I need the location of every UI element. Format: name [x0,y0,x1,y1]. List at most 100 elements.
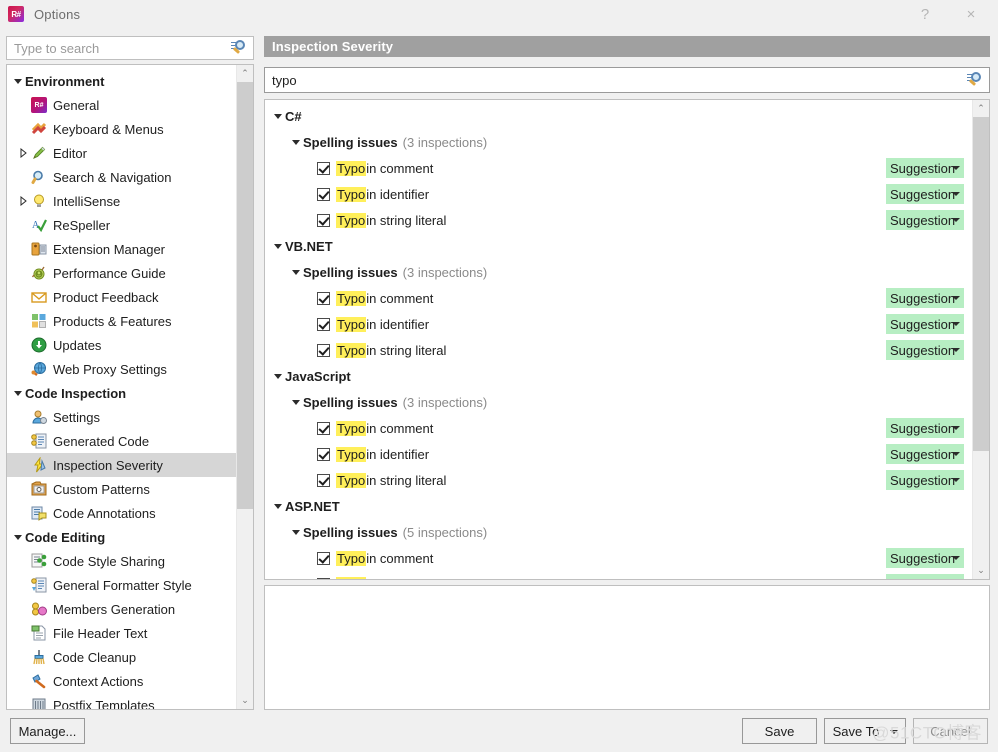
manage-button[interactable]: Manage... [10,718,85,744]
sidebar-item-code-cleanup[interactable]: Code Cleanup [7,645,236,669]
save-to-button[interactable]: Save To [824,718,906,744]
inspection-row[interactable]: Typo in identifier Suggestion [265,571,972,579]
expand-arrow-icon[interactable] [11,525,25,549]
expand-arrow-icon[interactable] [11,381,25,405]
expand-arrow-slot[interactable] [15,141,31,165]
inspection-checkbox[interactable] [317,161,330,175]
inspection-language-row[interactable]: JavaScript [265,363,972,389]
expand-arrow-slot[interactable] [15,189,31,213]
inspection-checkbox[interactable] [317,551,330,565]
cancel-button[interactable]: Cancel [913,718,988,744]
inspection-category-row[interactable]: Spelling issues (3 inspections) [265,259,972,285]
inspection-row[interactable]: Typo in identifier Suggestion [265,311,972,337]
sidebar-item-editor[interactable]: Editor [7,141,236,165]
inspection-language-row[interactable]: C# [265,103,972,129]
sidebar-scroll-track[interactable] [237,82,253,692]
inspection-scroll-up-button[interactable]: ⌃ [973,100,989,117]
sidebar-item-extension-manager[interactable]: Extension Manager [7,237,236,261]
severity-dropdown[interactable]: Suggestion [886,158,964,178]
sidebar-item-search-navigation[interactable]: Search & Navigation [7,165,236,189]
severity-dropdown[interactable]: Suggestion [886,288,964,308]
expand-arrow-icon[interactable] [271,234,285,258]
sidebar-item-keyboard-menus[interactable]: Keyboard & Menus [7,117,236,141]
expand-arrow-icon[interactable] [271,104,285,128]
severity-dropdown[interactable]: Suggestion [886,444,964,464]
sidebar-scroll-thumb[interactable] [237,82,253,509]
severity-dropdown[interactable]: Suggestion [886,470,964,490]
inspection-row[interactable]: Typo in string literal Suggestion [265,337,972,363]
expand-arrow-icon[interactable] [271,364,285,388]
sidebar-item-code-annotations[interactable]: Code Annotations [7,501,236,525]
inspection-checkbox[interactable] [317,447,330,461]
inspection-checkbox[interactable] [317,317,330,331]
inspection-category-row[interactable]: Spelling issues (3 inspections) [265,389,972,415]
inspection-language-row[interactable]: VB.NET [265,233,972,259]
inspection-row[interactable]: Typo in string literal Suggestion [265,207,972,233]
severity-dropdown[interactable]: Suggestion [886,340,964,360]
sidebar-item-general-formatter-style[interactable]: General Formatter Style [7,573,236,597]
inspection-checkbox[interactable] [317,213,330,227]
inspection-filter-input[interactable] [265,68,967,92]
expand-arrow-icon[interactable] [289,520,303,544]
inspection-checkbox[interactable] [317,187,330,201]
sidebar-item-context-actions[interactable]: Context Actions [7,669,236,693]
inspection-language-row[interactable]: ASP.NET [265,493,972,519]
inspection-row[interactable]: Typo in identifier Suggestion [265,441,972,467]
expand-arrow-icon[interactable] [11,69,25,93]
close-button[interactable]: × [948,0,994,28]
inspection-checkbox[interactable] [317,291,330,305]
sidebar-item-file-header-text[interactable]: File Header Text [7,621,236,645]
sidebar-group-code-editing[interactable]: Code Editing [7,525,236,549]
sidebar-item-intellisense[interactable]: IntelliSense [7,189,236,213]
inspection-row[interactable]: Typo in string literal Suggestion [265,467,972,493]
inspection-checkbox[interactable] [317,421,330,435]
sidebar-item-code-style-sharing[interactable]: Code Style Sharing [7,549,236,573]
severity-dropdown[interactable]: Suggestion [886,574,964,579]
inspection-row[interactable]: Typo in comment Suggestion [265,155,972,181]
sidebar-item-product-feedback[interactable]: Product Feedback [7,285,236,309]
inspection-category-row[interactable]: Spelling issues (3 inspections) [265,129,972,155]
save-button[interactable]: Save [742,718,817,744]
inspection-category-row[interactable]: Spelling issues (5 inspections) [265,519,972,545]
sidebar-item-general[interactable]: R# General [7,93,236,117]
sidebar-item-members-generation[interactable]: Members Generation [7,597,236,621]
sidebar-item-products-features[interactable]: Products & Features [7,309,236,333]
inspection-row[interactable]: Typo in identifier Suggestion [265,181,972,207]
sidebar-item-updates[interactable]: Updates [7,333,236,357]
expand-arrow-icon[interactable] [271,494,285,518]
sidebar-item-custom-patterns[interactable]: Custom Patterns [7,477,236,501]
help-button[interactable]: ? [902,0,948,28]
severity-dropdown[interactable]: Suggestion [886,314,964,334]
sidebar-item-performance-guide[interactable]: Performance Guide [7,261,236,285]
search-input[interactable] [7,37,231,59]
inspection-scroll-down-button[interactable]: ⌄ [973,562,989,579]
sidebar-search-box[interactable] [6,36,254,60]
severity-dropdown[interactable]: Suggestion [886,548,964,568]
sidebar-item-settings[interactable]: Settings [7,405,236,429]
sidebar-item-generated-code[interactable]: Generated Code [7,429,236,453]
severity-dropdown[interactable]: Suggestion [886,184,964,204]
expand-arrow-icon[interactable] [289,390,303,414]
severity-dropdown[interactable]: Suggestion [886,418,964,438]
severity-dropdown[interactable]: Suggestion [886,210,964,230]
inspection-checkbox[interactable] [317,343,330,357]
collapse-arrow-icon[interactable] [16,141,30,165]
sidebar-group-code-inspection[interactable]: Code Inspection [7,381,236,405]
inspection-scroll-thumb[interactable] [973,117,989,451]
inspection-row[interactable]: Typo in comment Suggestion [265,285,972,311]
collapse-arrow-icon[interactable] [16,189,30,213]
sidebar-scrollbar[interactable]: ⌃ ⌄ [236,65,253,709]
inspection-scrollbar[interactable]: ⌃ ⌄ [972,100,989,579]
sidebar-item-web-proxy-settings[interactable]: Web Proxy Settings [7,357,236,381]
inspection-checkbox[interactable] [317,577,330,579]
sidebar-scroll-up-button[interactable]: ⌃ [237,65,253,82]
expand-arrow-icon[interactable] [289,260,303,284]
sidebar-item-postfix-templates[interactable]: Postfix Templates [7,693,236,709]
inspection-scroll-track[interactable] [973,117,989,562]
inspection-checkbox[interactable] [317,473,330,487]
sidebar-group-environment[interactable]: Environment [7,69,236,93]
inspection-filter-box[interactable] [264,67,990,93]
expand-arrow-icon[interactable] [289,130,303,154]
sidebar-scroll-down-button[interactable]: ⌄ [237,692,253,709]
sidebar-item-inspection-severity[interactable]: Inspection Severity [7,453,236,477]
